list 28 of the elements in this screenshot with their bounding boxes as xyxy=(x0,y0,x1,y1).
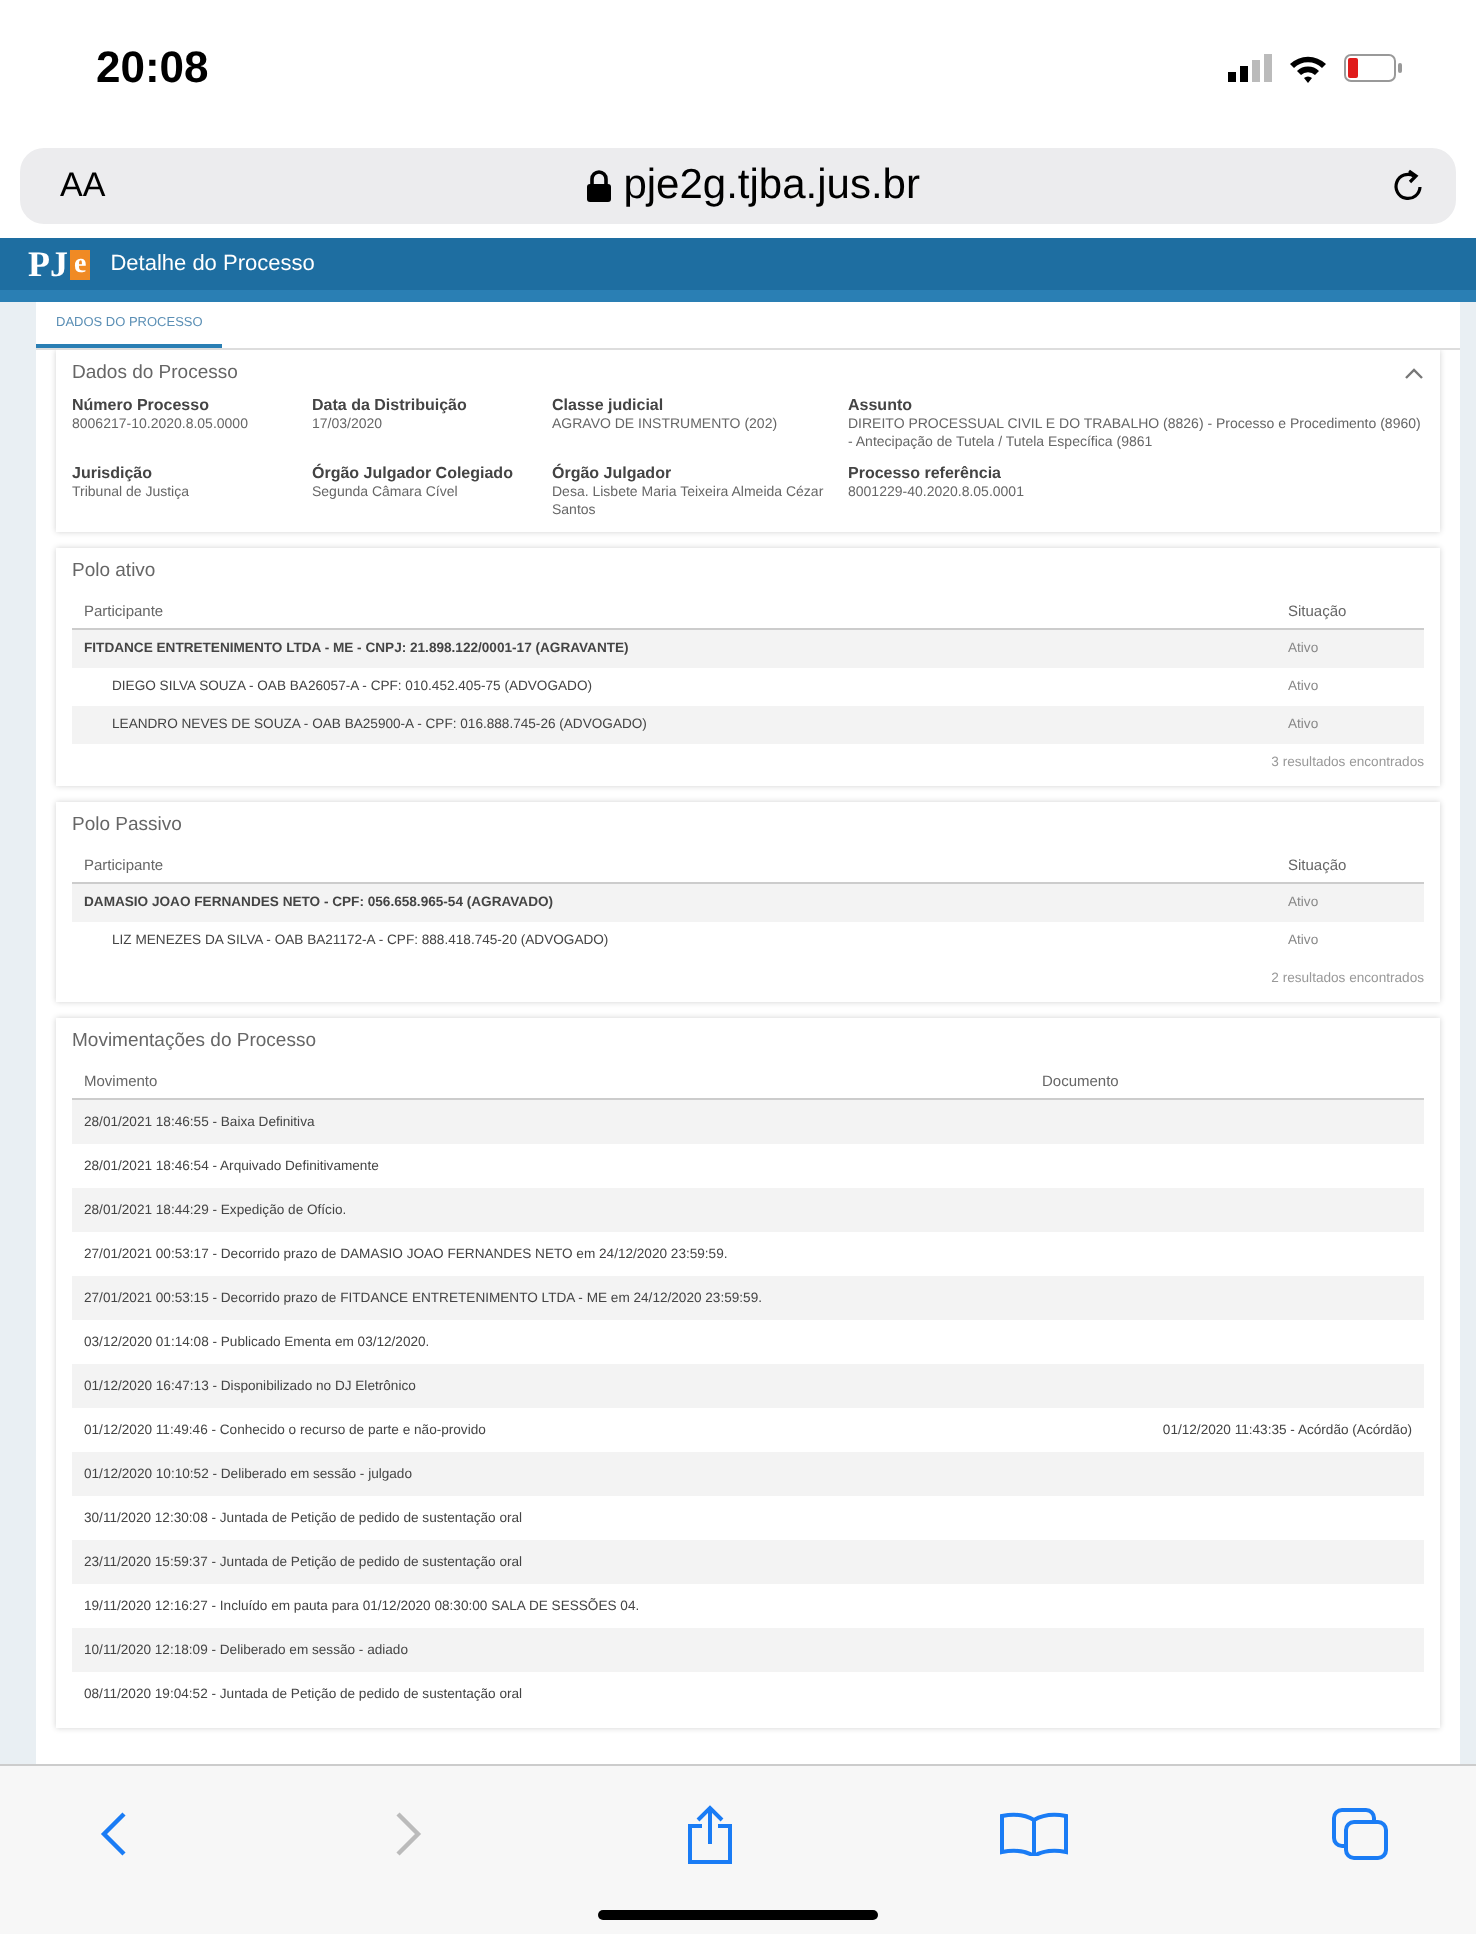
signal-icon xyxy=(1228,54,1272,82)
text-size-button[interactable]: AA xyxy=(48,166,118,206)
clock-time: 20:08 xyxy=(96,42,209,94)
section-title: Movimentações do Processo xyxy=(72,1030,316,1052)
app-logo: PJ e xyxy=(28,243,91,285)
field-label: Processo referência xyxy=(848,464,1003,482)
chevron-up-icon[interactable] xyxy=(1404,367,1424,379)
section-title: Dados do Processo xyxy=(72,362,238,384)
tabs-icon[interactable] xyxy=(1332,1808,1388,1860)
share-icon[interactable] xyxy=(686,1804,734,1864)
address-bar[interactable]: AA pje2g.tjba.jus.br xyxy=(20,148,1456,224)
reload-icon[interactable] xyxy=(1388,166,1428,206)
field-label: Classe judicial xyxy=(552,396,666,414)
field-label: Número Processo xyxy=(72,396,211,414)
field-label: Órgão Julgador Colegiado xyxy=(312,464,515,482)
back-icon[interactable] xyxy=(100,1810,128,1858)
url-text: pje2g.tjba.jus.br xyxy=(623,162,920,210)
field-label: Órgão Julgador xyxy=(552,464,674,482)
battery-icon xyxy=(1344,54,1404,82)
field-label: Data da Distribuição xyxy=(312,396,469,414)
section-title: Polo ativo xyxy=(72,560,156,582)
lock-icon xyxy=(585,170,612,202)
book-icon[interactable] xyxy=(999,1812,1067,1856)
field-label: Jurisdição xyxy=(72,464,155,482)
field-label: Assunto xyxy=(848,396,914,414)
section-title: Polo Passivo xyxy=(72,814,182,836)
wifi-icon xyxy=(1288,53,1328,83)
page-title: Detalhe do Processo xyxy=(110,252,315,276)
